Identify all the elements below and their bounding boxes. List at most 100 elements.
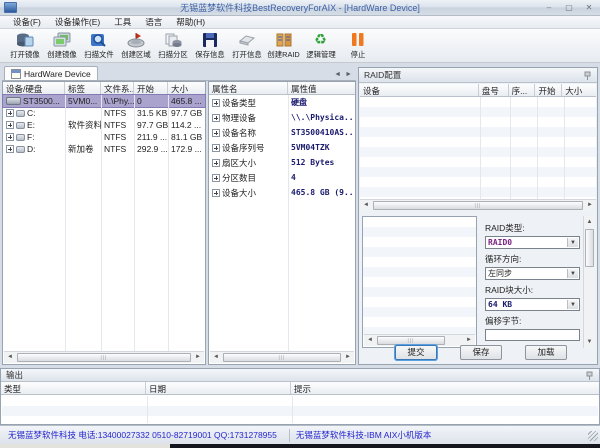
raid-member-list[interactable]: ◄ ||| ►	[362, 216, 477, 348]
col-size[interactable]: 大小	[168, 82, 205, 94]
block-size-value: 64 KB	[488, 300, 513, 309]
table-row[interactable]: F: NTFS 211.9 ... 81.1 GB	[3, 131, 205, 143]
scrollbar-thumb[interactable]: |||	[377, 336, 445, 345]
toolbar-save-info-button[interactable]: 保存信息	[191, 31, 228, 60]
table-row[interactable]: 物理设备 \\.\Physica...	[209, 110, 355, 125]
scrollbar-thumb[interactable]: |||	[373, 201, 583, 210]
column-divider	[480, 97, 481, 199]
chevron-down-icon[interactable]: ▼	[567, 269, 578, 278]
expand-icon[interactable]	[6, 109, 14, 117]
toolbar-scan-partition-button[interactable]: 扫描分区	[154, 31, 191, 60]
expand-icon[interactable]	[212, 158, 220, 167]
scroll-left-icon[interactable]: ◄	[364, 335, 376, 346]
expand-icon[interactable]	[212, 188, 220, 197]
col-raid-serial[interactable]: 序...	[509, 84, 536, 96]
block-size-select[interactable]: 64 KB ▼	[485, 298, 580, 311]
col-fs[interactable]: 文件系...	[101, 82, 134, 94]
raid-table-header: 设备 盘号 序... 开始 大小	[360, 84, 596, 97]
chevron-down-icon[interactable]: ▼	[567, 238, 578, 247]
save-button[interactable]: 保存	[460, 345, 502, 360]
horizontal-scrollbar[interactable]: ◄ ||| ►	[4, 351, 204, 363]
table-row[interactable]: D: 新加卷 NTFS 292.9 ... 172.9 ...	[3, 143, 205, 155]
scroll-up-icon[interactable]: ▲	[584, 216, 595, 228]
scrollbar-thumb[interactable]	[585, 229, 594, 267]
col-prop-name[interactable]: 属性名	[209, 82, 288, 94]
table-row[interactable]: 设备大小 465.8 GB (9...	[209, 185, 355, 200]
scroll-left-icon[interactable]: ◄	[210, 352, 222, 363]
col-raid-size[interactable]: 大小	[562, 84, 596, 96]
col-raid-start[interactable]: 开始	[535, 84, 563, 96]
raid-type-select[interactable]: RAID0 ▼	[485, 236, 580, 249]
create-raid-icon	[274, 31, 294, 48]
vertical-scrollbar[interactable]: ▲ ▼	[583, 216, 595, 348]
offset-input[interactable]	[485, 329, 580, 341]
pin-icon[interactable]	[585, 371, 594, 380]
menu-tools[interactable]: 工具	[107, 16, 138, 28]
toolbar-open-image-button[interactable]: 打开镜像	[6, 31, 43, 60]
expand-icon[interactable]	[212, 143, 220, 152]
title-bar: 无锡蓝梦软件科技BestRecoveryForAIX - [HardWare D…	[0, 0, 600, 16]
col-prop-value[interactable]: 属性值	[288, 82, 355, 94]
scroll-left-icon[interactable]: ◄	[4, 352, 16, 363]
submit-button[interactable]: 提交	[395, 345, 437, 360]
col-device[interactable]: 设备/硬盘	[3, 82, 65, 94]
expand-icon[interactable]	[212, 128, 220, 137]
col-message[interactable]: 提示	[291, 382, 599, 394]
table-row[interactable]: 设备类型 硬盘	[209, 95, 355, 110]
menu-help[interactable]: 帮助(H)	[169, 16, 212, 28]
expand-icon[interactable]	[212, 98, 220, 107]
raid-config-panel: RAID配置 设备 盘号 序... 开始 大小 ◄ ||| ► ◄ ||| ► …	[358, 67, 598, 365]
scroll-left-icon[interactable]: ◄	[360, 200, 372, 211]
toolbar-stop-button[interactable]: 停止	[339, 31, 376, 60]
minimize-button[interactable]: –	[542, 2, 556, 13]
col-label[interactable]: 标签	[65, 82, 101, 94]
load-button[interactable]: 加载	[525, 345, 567, 360]
expand-icon[interactable]	[212, 173, 220, 182]
menu-device-ops[interactable]: 设备操作(E)	[48, 16, 107, 28]
expand-icon[interactable]	[6, 121, 14, 129]
horizontal-scrollbar[interactable]: ◄ ||| ►	[360, 199, 596, 211]
raid-type-value: RAID0	[488, 238, 513, 247]
toolbar-create-region-button[interactable]: 创建区域	[117, 31, 154, 60]
property-table-header: 属性名 属性值	[209, 82, 355, 95]
col-raid-disknum[interactable]: 盘号	[479, 84, 509, 96]
expand-icon[interactable]	[6, 133, 14, 141]
table-row[interactable]: ST3500... 5VM0... \\.\Phy... 0 465.8 ...	[2, 94, 206, 108]
scroll-right-icon[interactable]: ►	[584, 200, 596, 211]
menu-device[interactable]: 设备(F)	[6, 16, 48, 28]
col-start[interactable]: 开始	[134, 82, 168, 94]
tab-scroll-right-icon[interactable]: ►	[345, 71, 352, 78]
expand-icon[interactable]	[6, 145, 14, 153]
horizontal-scrollbar[interactable]: ◄ ||| ►	[210, 351, 354, 363]
pin-icon[interactable]	[583, 71, 592, 80]
close-button[interactable]: ✕	[582, 2, 596, 13]
tab-hardware-device[interactable]: HardWare Device	[4, 66, 98, 80]
desktop-strip	[0, 444, 170, 448]
tab-scroll-left-icon[interactable]: ◄	[334, 71, 341, 78]
maximize-button[interactable]: ▢	[562, 2, 576, 13]
scrollbar-thumb[interactable]: |||	[17, 353, 191, 362]
toolbar-create-raid-button[interactable]: 创建RAID	[265, 31, 302, 60]
resize-grip-icon[interactable]	[588, 431, 598, 441]
toolbar-logic-manage-button[interactable]: ♻ 逻辑管理	[302, 31, 339, 60]
direction-select[interactable]: 左同步 ▼	[485, 267, 580, 280]
table-row[interactable]: E: 软件资料 NTFS 97.7 GB 114.2 ...	[3, 119, 205, 131]
chevron-down-icon[interactable]: ▼	[567, 300, 578, 309]
table-row[interactable]: 分区数目 4	[209, 170, 355, 185]
col-date[interactable]: 日期	[146, 382, 291, 394]
scroll-down-icon[interactable]: ▼	[584, 336, 595, 348]
toolbar-create-image-button[interactable]: 创建镜像	[43, 31, 80, 60]
table-row[interactable]: 扇区大小 512 Bytes	[209, 155, 355, 170]
col-type[interactable]: 类型	[1, 382, 146, 394]
scroll-right-icon[interactable]: ►	[342, 352, 354, 363]
expand-icon[interactable]	[212, 113, 220, 122]
scroll-right-icon[interactable]: ►	[192, 352, 204, 363]
scrollbar-thumb[interactable]: |||	[223, 353, 341, 362]
menu-language[interactable]: 语言	[138, 16, 169, 28]
table-row[interactable]: 设备序列号 5VM04TZK	[209, 140, 355, 155]
table-row[interactable]: C: NTFS 31.5 KB 97.7 GB	[3, 107, 205, 119]
toolbar-open-info-button[interactable]: 打开信息	[228, 31, 265, 60]
col-raid-device[interactable]: 设备	[360, 84, 479, 96]
toolbar-scan-files-button[interactable]: 扫描文件	[80, 31, 117, 60]
table-row[interactable]: 设备名称 ST3500410AS...	[209, 125, 355, 140]
